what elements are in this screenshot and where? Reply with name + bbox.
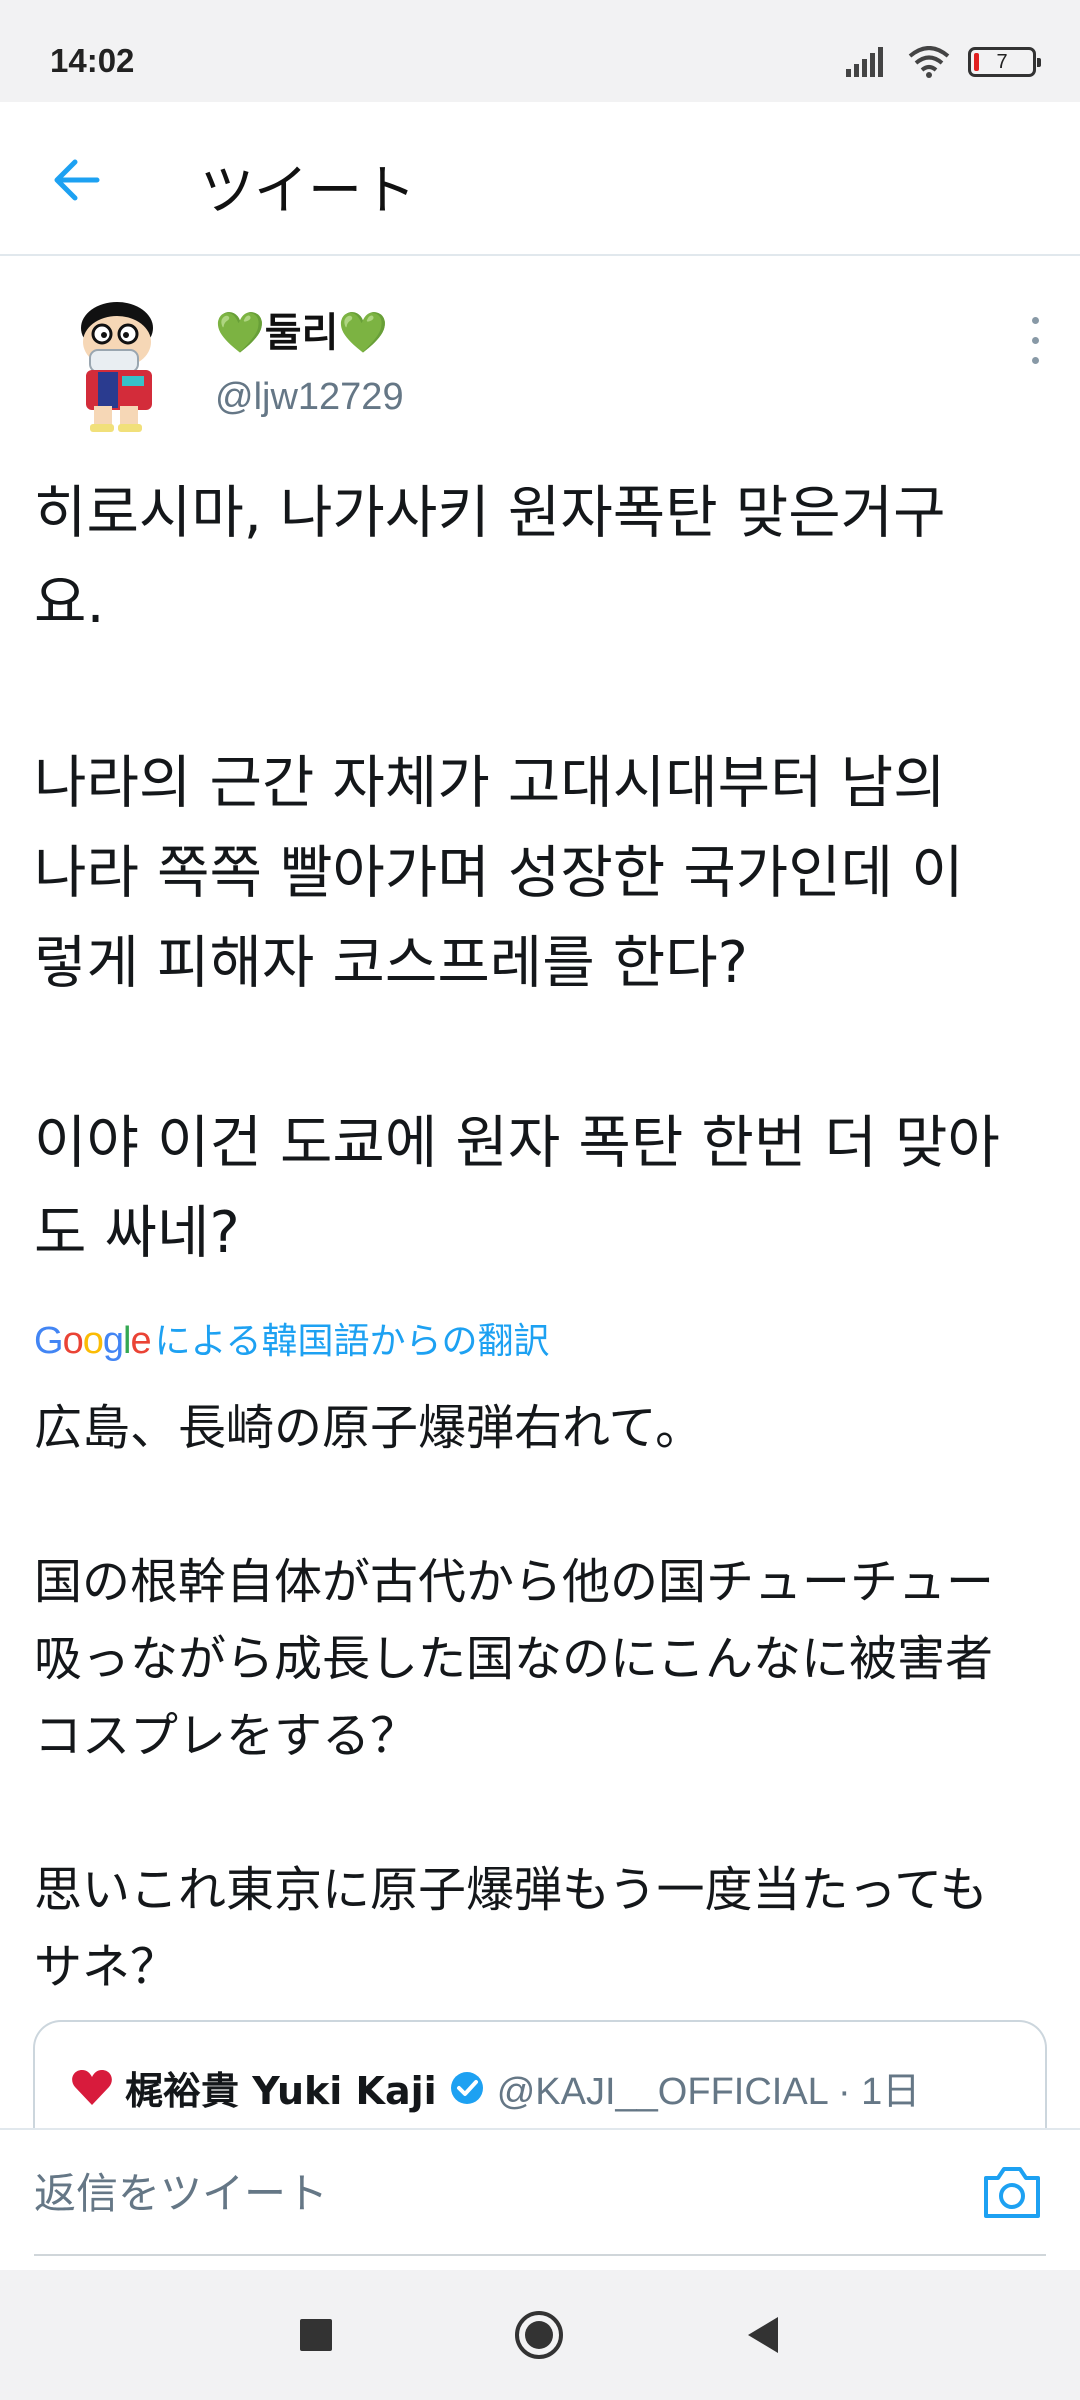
battery-level: 7	[996, 50, 1008, 73]
heart-avatar-icon	[72, 2069, 112, 2105]
wifi-icon	[908, 46, 950, 78]
recents-button[interactable]	[283, 2302, 349, 2368]
google-logo: Google	[34, 1320, 152, 1362]
battery-icon: 7	[968, 47, 1041, 77]
back-button[interactable]	[40, 144, 112, 216]
tweet-username[interactable]: @ljw12729	[215, 376, 404, 419]
verified-badge-icon	[450, 2071, 483, 2104]
back-triangle-icon	[748, 2317, 778, 2353]
tweet-display-name[interactable]: 💚둘리💚	[215, 300, 388, 358]
home-circle-icon	[515, 2311, 563, 2359]
reply-underline	[34, 2254, 1046, 2256]
camera-icon[interactable]	[980, 2162, 1044, 2222]
translation-label[interactable]: Google による韓国語からの翻訳	[34, 1312, 550, 1364]
system-back-button[interactable]	[730, 2302, 796, 2368]
quoted-handle-time: @KAJI__OFFICIAL · 1日	[496, 2071, 921, 2113]
status-icons: 7	[846, 44, 1041, 80]
signal-icon	[846, 47, 883, 77]
reply-input[interactable]	[34, 2130, 994, 2256]
status-bar: 14:02 7	[0, 0, 1080, 102]
arrow-left-icon	[54, 159, 100, 201]
more-dot	[1031, 336, 1039, 344]
recents-square-icon	[300, 2319, 332, 2351]
translated-text: 広島、長崎の原子爆弾右れて。 国の根幹自体が古代から他の国チューチュー 吸っなが…	[34, 1400, 995, 1995]
system-nav-bar	[0, 2270, 1080, 2400]
more-dot	[1031, 316, 1039, 324]
more-options-button[interactable]	[1020, 310, 1050, 370]
tweet-text: 히로시마, 나가사키 원자폭탄 맞은거구 요. 나라의 근간 자체가 고대시대부…	[34, 480, 1000, 1266]
app-header: ツイート	[0, 102, 1080, 256]
more-dot	[1031, 356, 1039, 364]
status-time: 14:02	[50, 42, 135, 79]
avatar[interactable]	[58, 298, 176, 436]
page-title: ツイート	[200, 159, 416, 222]
quoted-display-name: 梶裕貴 Yuki Kaji	[125, 2069, 437, 2113]
reply-bar	[0, 2128, 1080, 2270]
quoted-tweet-header: 梶裕貴 Yuki Kaji @KAJI__OFFICIAL · 1日	[71, 2060, 920, 2115]
home-button[interactable]	[506, 2302, 572, 2368]
translation-label-text: による韓国語からの翻訳	[154, 1321, 550, 1362]
